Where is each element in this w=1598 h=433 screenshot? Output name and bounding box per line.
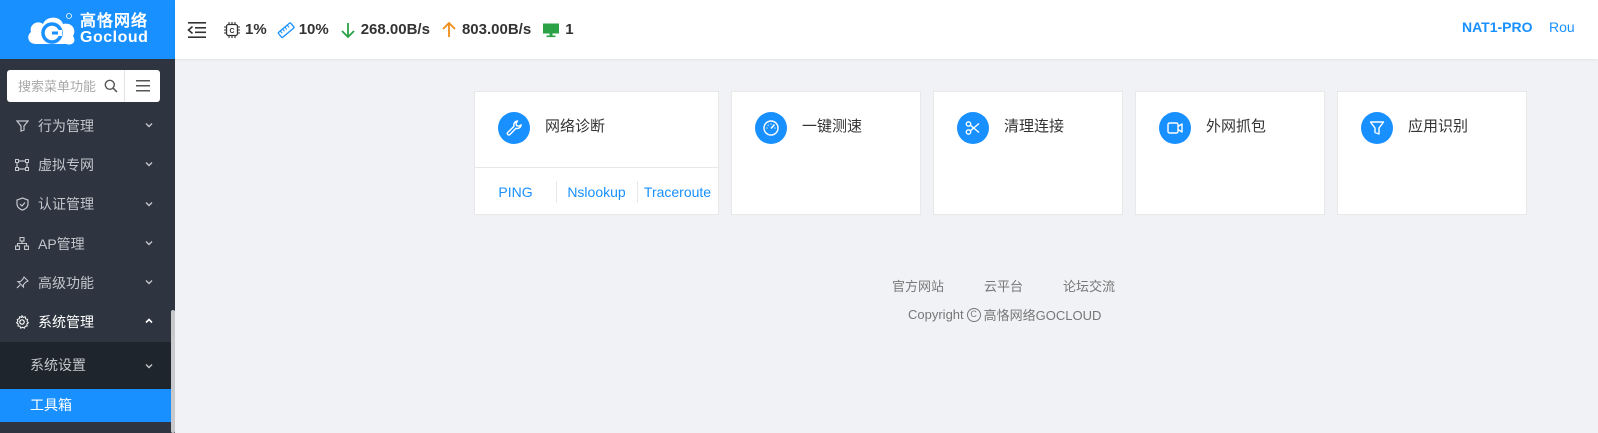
- pin-icon: [14, 275, 30, 291]
- upload-rate: 803.00B/s: [440, 21, 531, 39]
- chevron-down-icon: [145, 280, 153, 285]
- scissors-icon: [957, 112, 989, 144]
- chevron-down-icon: [145, 123, 153, 128]
- sidebar-nav: 行为管理 虚拟专网 认证管理 AP管理 高级功能 系统管理 系统设置 工具箱: [0, 106, 172, 422]
- card-network-diagnosis: 网络诊断 PING Nslookup Traceroute: [474, 91, 719, 215]
- sidebar-item-advanced[interactable]: 高级功能: [0, 263, 172, 302]
- speedometer-icon: [755, 112, 787, 144]
- copyright-prefix: Copyright: [908, 307, 964, 322]
- chevron-down-icon: [145, 240, 153, 246]
- collapse-menu-icon[interactable]: [187, 21, 207, 39]
- card-clear-connections[interactable]: 清理连接: [933, 91, 1123, 215]
- upload-value: 803.00B/s: [461, 21, 532, 38]
- brand-name-en: Gocloud: [80, 28, 149, 46]
- logo[interactable]: 高恪网络 Gocloud: [0, 0, 175, 59]
- card-speed-test[interactable]: 一键测速: [731, 91, 921, 215]
- topbar: C 1% 10% 268.00B/s 803.00B/s 1 NAT1-PRO …: [175, 0, 1598, 59]
- sidebar-item-label: 系统管理: [38, 314, 94, 331]
- vpn-icon: [14, 157, 30, 173]
- memory-icon: [277, 21, 295, 38]
- menu-search: [7, 70, 160, 102]
- brand-name-cn: 高恪网络: [80, 12, 149, 30]
- hamburger-icon: [135, 80, 150, 92]
- system-submenu: 系统设置 工具箱: [0, 341, 172, 422]
- search-icon[interactable]: [104, 79, 118, 93]
- online-value: 1: [565, 21, 574, 38]
- card-app-recognition[interactable]: 应用识别: [1337, 91, 1527, 215]
- shield-icon: [14, 196, 30, 212]
- sidebar-item-label: 认证管理: [38, 196, 94, 213]
- chevron-down-icon: [145, 201, 153, 207]
- cpu-usage: C 1%: [223, 21, 267, 39]
- wrench-icon: [498, 112, 530, 144]
- router-link[interactable]: Rou: [1549, 19, 1575, 35]
- sidebar-subitem-label: 工具箱: [30, 397, 72, 414]
- filter-icon: [14, 118, 30, 134]
- sidebar-item-behavior[interactable]: 行为管理: [0, 106, 172, 145]
- card-packet-capture[interactable]: 外网抓包: [1135, 91, 1325, 215]
- sidebar-scrollbar-thumb[interactable]: [171, 310, 175, 433]
- sidebar-item-label: 虚拟专网: [38, 156, 94, 173]
- menu-toggle-button[interactable]: [124, 70, 160, 102]
- sidebar-subitem-settings[interactable]: 系统设置: [0, 342, 172, 389]
- sidebar-item-system[interactable]: 系统管理: [0, 302, 172, 341]
- network-icon: [14, 236, 30, 252]
- card-title: 清理连接: [1004, 118, 1065, 135]
- traceroute-link[interactable]: Traceroute: [637, 180, 718, 203]
- gear-icon: [14, 314, 30, 330]
- sidebar-item-auth[interactable]: 认证管理: [0, 185, 172, 224]
- download-value: 268.00B/s: [360, 21, 430, 38]
- logo-text: 高恪网络 Gocloud: [80, 12, 149, 46]
- card-title: 一键测速: [802, 118, 863, 135]
- sidebar-item-vpn[interactable]: 虚拟专网: [0, 145, 172, 184]
- copyright-icon: C: [966, 307, 981, 322]
- svg-text:C: C: [229, 28, 234, 35]
- chevron-up-icon: [145, 318, 153, 324]
- nslookup-link[interactable]: Nslookup: [556, 180, 637, 203]
- sidebar-item-label: 行为管理: [38, 117, 94, 134]
- footer-link-official-site[interactable]: 官方网站: [892, 276, 944, 295]
- search-input[interactable]: [18, 78, 102, 94]
- card-title: 外网抓包: [1206, 118, 1267, 135]
- search-box: [7, 70, 124, 102]
- cpu-value: 1%: [245, 21, 267, 38]
- card-title: 网络诊断: [545, 118, 606, 135]
- arrow-up-icon: [442, 21, 456, 37]
- card-title: 应用识别: [1408, 118, 1469, 135]
- copyright-owner: 高恪网络GOCLOUD: [983, 308, 1102, 323]
- arrow-down-icon: [341, 22, 355, 38]
- monitor-icon: [543, 23, 560, 37]
- download-rate: 268.00B/s: [339, 21, 430, 39]
- memory-usage: 10%: [277, 21, 329, 39]
- sidebar-subitem-label: 系统设置: [30, 357, 86, 374]
- sidebar: 高恪网络 Gocloud 行为管理: [0, 0, 175, 433]
- online-devices: 1: [541, 21, 574, 39]
- footer-link-forum[interactable]: 论坛交流: [1063, 276, 1115, 295]
- chevron-down-icon: [145, 162, 153, 167]
- sidebar-item-label: AP管理: [38, 235, 85, 252]
- cpu-icon: C: [224, 21, 240, 38]
- ping-link[interactable]: PING: [475, 184, 556, 200]
- camera-icon: [1159, 112, 1191, 144]
- footer-link-cloud-platform[interactable]: 云平台: [984, 276, 1023, 295]
- chevron-down-icon: [145, 363, 153, 369]
- cloud-logo-icon: [28, 12, 75, 45]
- device-model-link[interactable]: NAT1-PRO: [1462, 19, 1533, 35]
- sidebar-item-label: 高级功能: [38, 274, 94, 291]
- diagnosis-links: PING Nslookup Traceroute: [475, 168, 718, 215]
- footer-links: 官方网站 云平台 论坛交流: [892, 276, 1155, 295]
- copyright: Copyright C 高恪网络GOCLOUD: [908, 305, 1101, 324]
- funnel-icon: [1361, 112, 1393, 144]
- sidebar-item-ap[interactable]: AP管理: [0, 224, 172, 263]
- memory-value: 10%: [298, 21, 329, 38]
- sidebar-subitem-toolbox[interactable]: 工具箱: [0, 388, 172, 422]
